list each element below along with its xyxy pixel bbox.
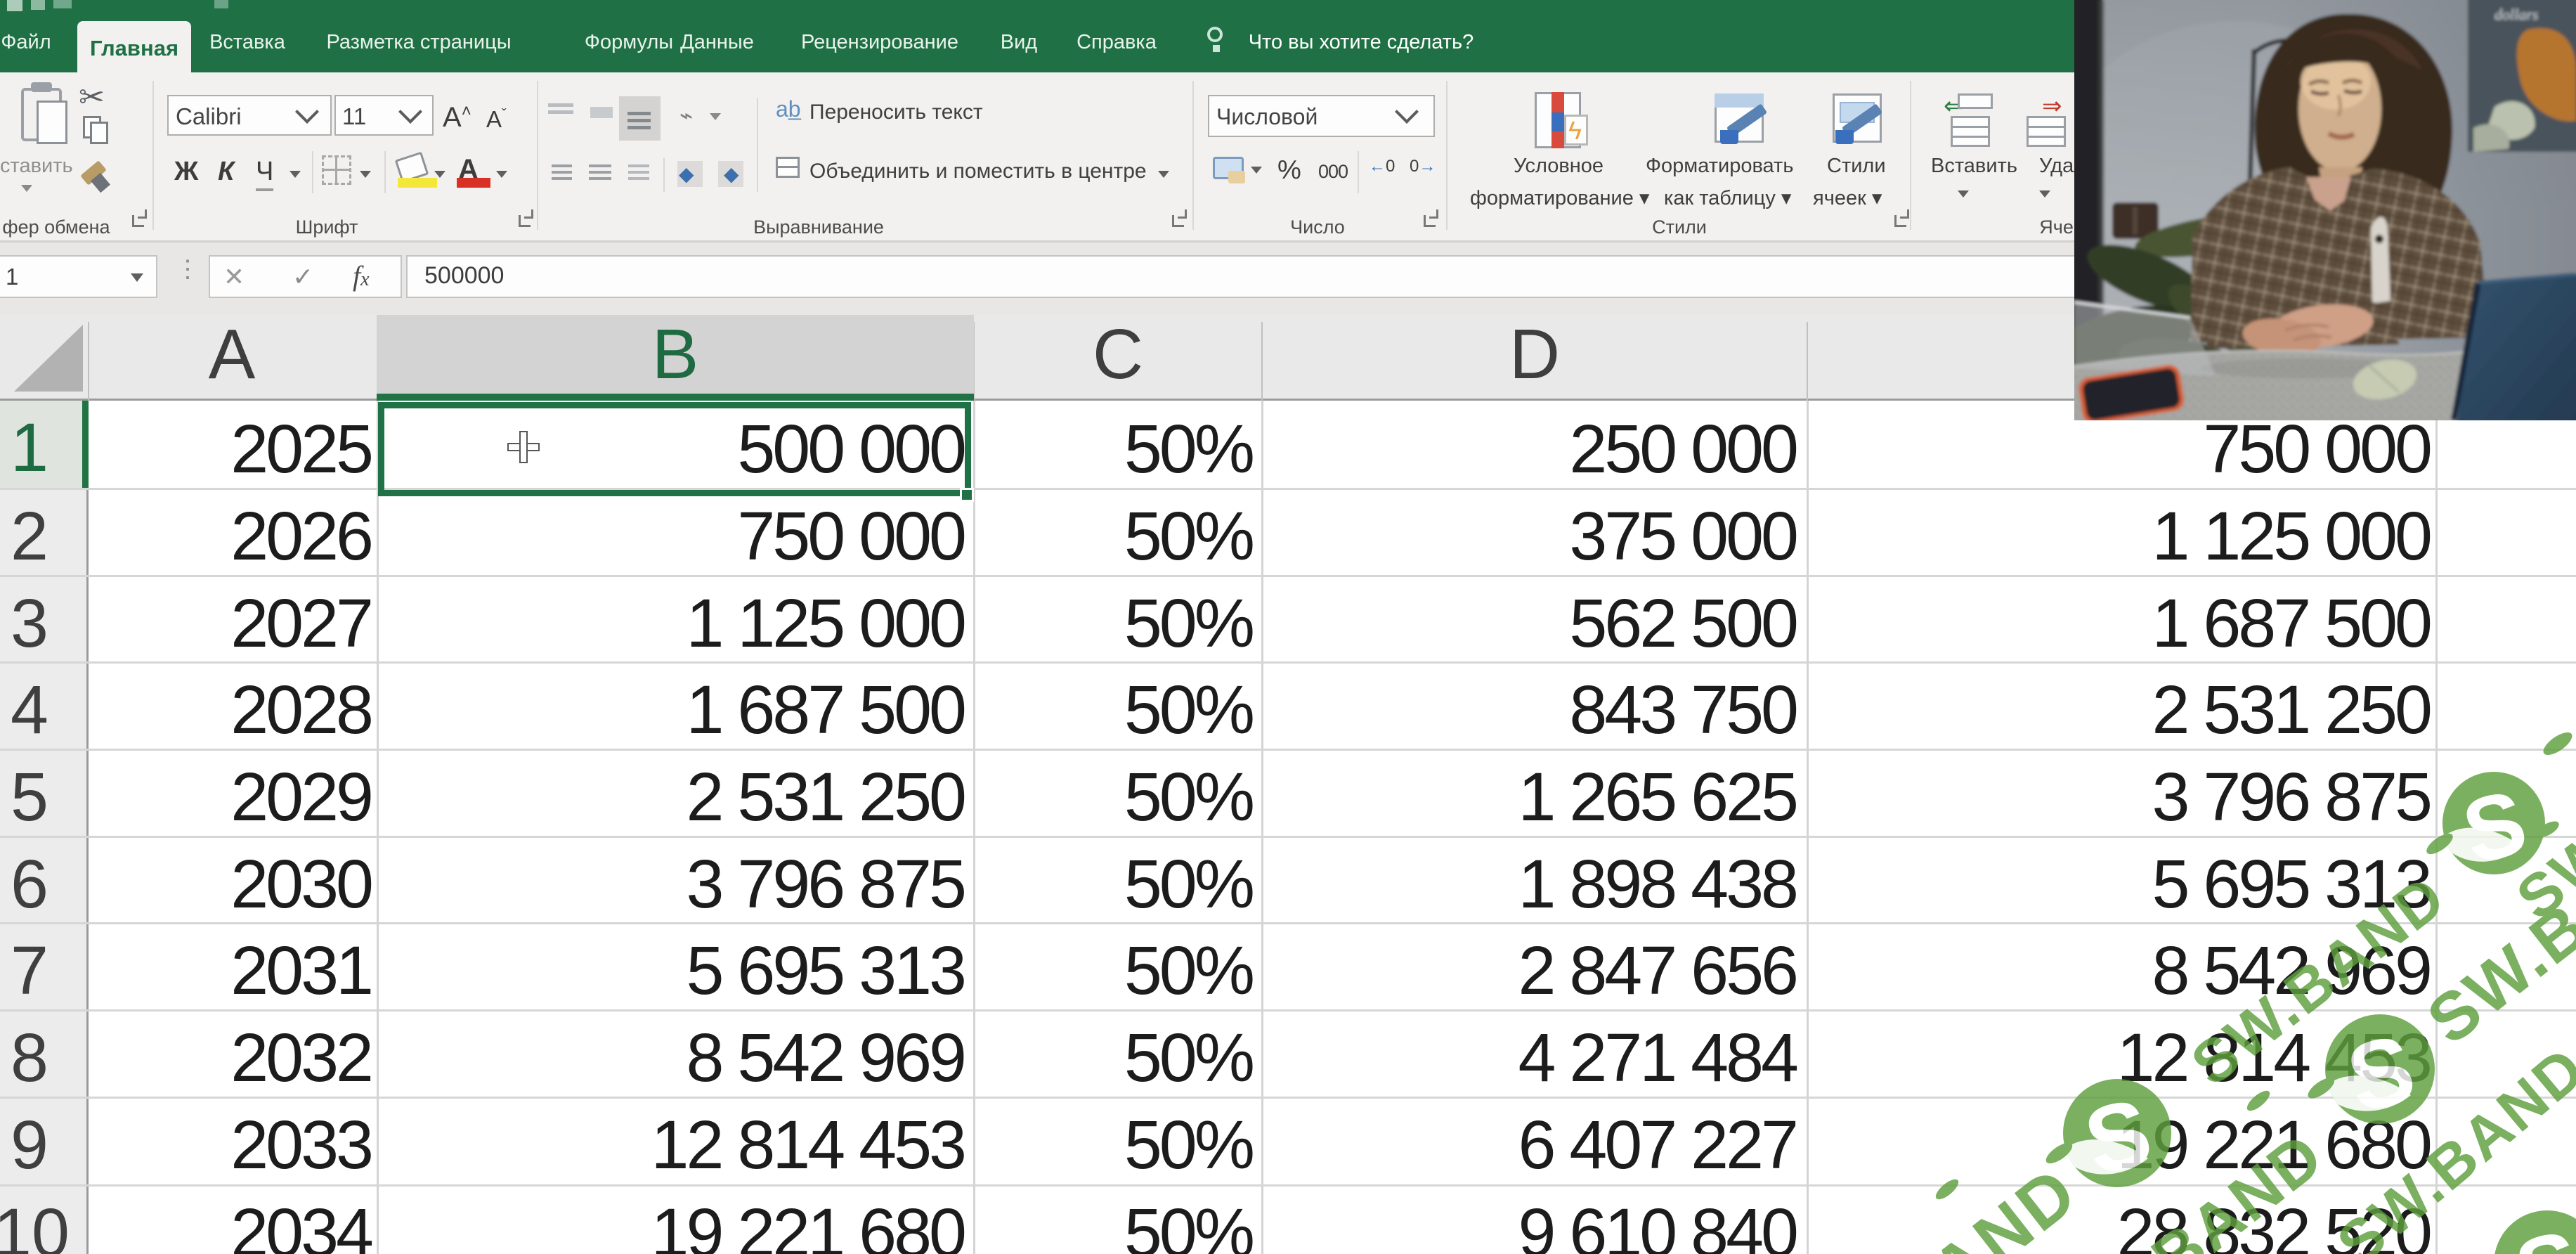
svg-text:SW.BAND: SW.BAND — [1767, 1151, 2092, 1254]
svg-text:S: S — [2506, 1210, 2576, 1254]
